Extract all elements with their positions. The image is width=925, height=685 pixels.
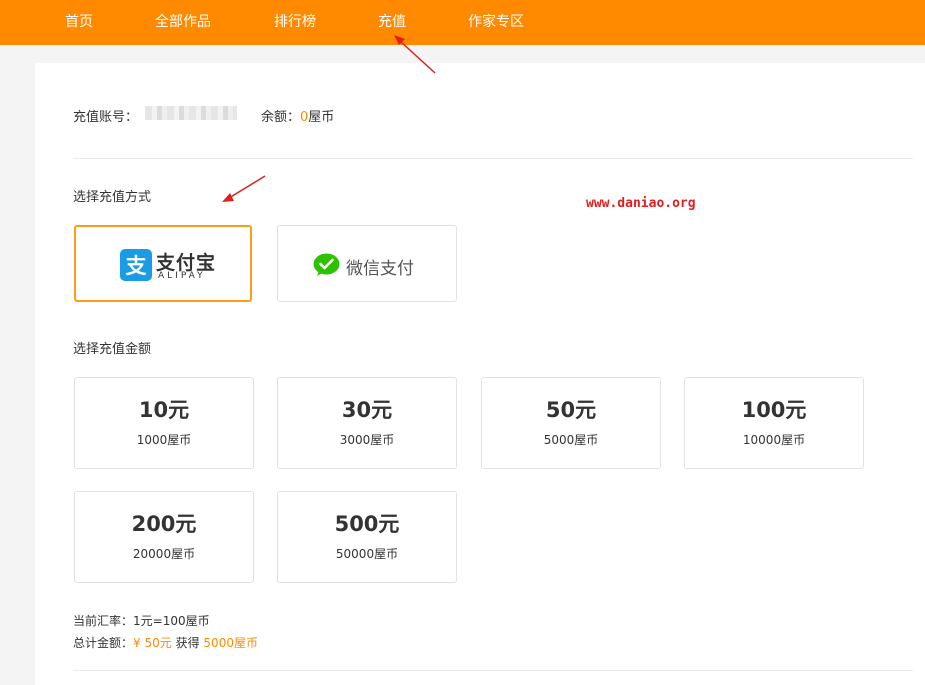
- divider: [73, 158, 913, 159]
- nav-item-home[interactable]: 首页: [65, 0, 93, 45]
- amount-yuan: 30元: [341, 398, 393, 422]
- amount-yuan: 10元: [138, 398, 190, 422]
- balance-display: 余额：0屋币: [261, 106, 334, 125]
- amount-yuan: 200元: [131, 512, 197, 536]
- amount-coins: 1000屋币: [136, 433, 192, 447]
- payment-section-title: 选择充值方式: [73, 190, 152, 205]
- amount-option-30[interactable]: 30元 3000屋币: [277, 377, 457, 469]
- top-nav-bar: 首页 全部作品 排行榜 充值 作家专区: [0, 0, 925, 45]
- nav-item-ranking[interactable]: 排行榜: [274, 0, 316, 45]
- amount-option-500[interactable]: 500元 50000屋币: [277, 491, 457, 583]
- alipay-logo-icon: 支: [120, 249, 152, 281]
- nav-item-author-zone[interactable]: 作家专区: [468, 0, 524, 45]
- amount-yuan: 50元: [545, 398, 597, 422]
- amount-coins: 3000屋币: [339, 433, 395, 447]
- wechat-pay-option[interactable]: 微信支付: [277, 225, 457, 302]
- alipay-en-label: ALIPAY: [158, 271, 206, 281]
- amount-coins: 10000屋币: [742, 433, 806, 447]
- amount-option-50[interactable]: 50元 5000屋币: [481, 377, 661, 469]
- amount-yuan: 100元: [741, 398, 807, 422]
- wechat-pay-label: 微信支付: [346, 259, 414, 279]
- account-label: 充值账号：: [73, 110, 139, 125]
- watermark-text: www.daniao.org: [586, 196, 696, 211]
- balance-unit: 屋币: [308, 110, 335, 125]
- alipay-option[interactable]: 支 支付宝 ALIPAY: [74, 225, 252, 302]
- svg-text:支: 支: [126, 254, 148, 278]
- amount-section-title: 选择充值金额: [73, 342, 152, 357]
- amount-option-10[interactable]: 10元 1000屋币: [74, 377, 254, 469]
- amount-coins: 50000屋币: [335, 547, 399, 561]
- divider: [73, 670, 913, 671]
- nav-item-recharge[interactable]: 充值: [378, 0, 406, 45]
- amount-coins: 20000屋币: [132, 547, 196, 561]
- nav-item-all-works[interactable]: 全部作品: [155, 0, 211, 45]
- amount-coins: 5000屋币: [543, 433, 599, 447]
- get-value: 5000屋币: [203, 636, 258, 650]
- total-label: 总计金额：: [73, 636, 134, 650]
- main-card: [35, 63, 925, 685]
- exchange-rate: 当前汇率：1元=100屋币: [73, 614, 210, 628]
- get-label: 获得: [175, 636, 200, 650]
- balance-label: 余额：: [261, 110, 301, 125]
- amount-yuan: 500元: [334, 512, 400, 536]
- wechat-logo-icon: [313, 253, 340, 277]
- account-name-blurred: [145, 106, 237, 120]
- total-value: ¥ 50元: [133, 636, 172, 650]
- amount-option-200[interactable]: 200元 20000屋币: [74, 491, 254, 583]
- total-summary: 总计金额：¥ 50元 获得 5000屋币: [73, 634, 258, 651]
- amount-option-100[interactable]: 100元 10000屋币: [684, 377, 864, 469]
